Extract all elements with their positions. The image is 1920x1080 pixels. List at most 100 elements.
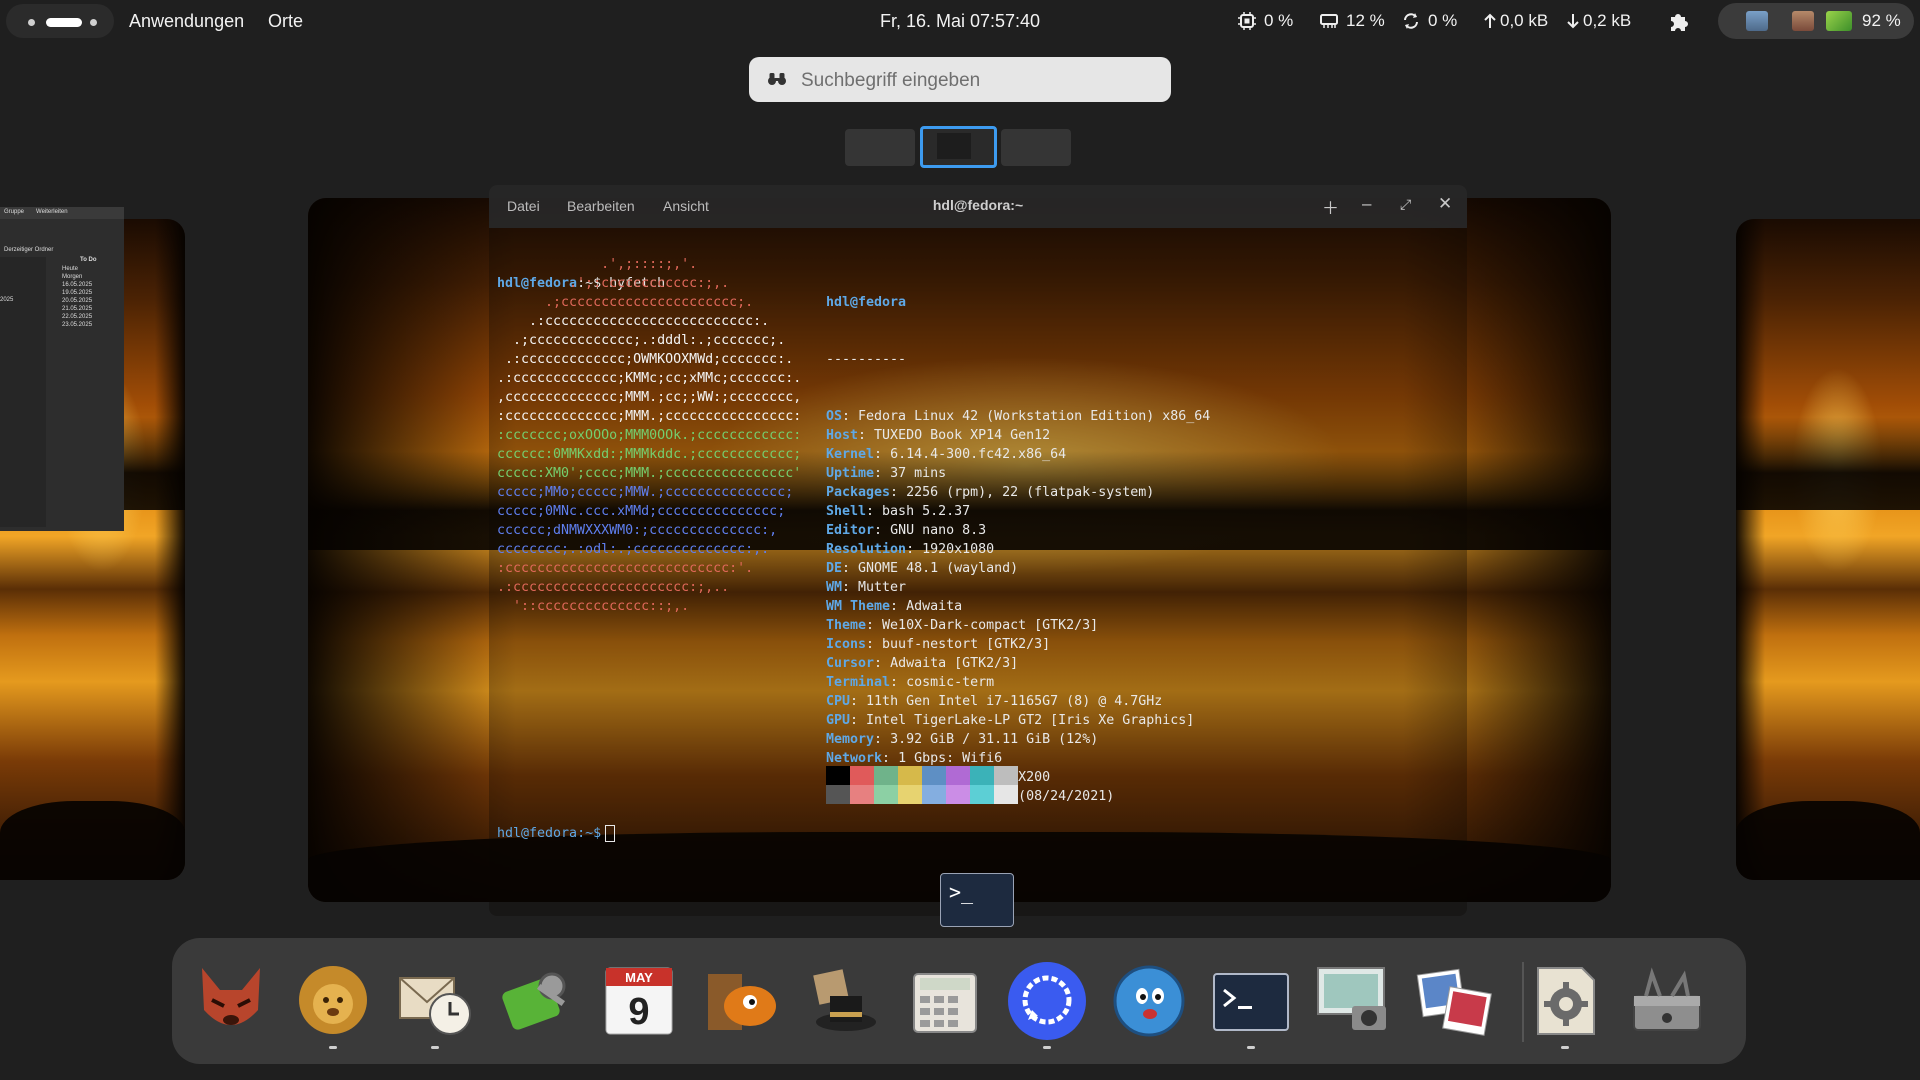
info-row: Uptime: 37 mins (826, 466, 947, 481)
info-value: We10X-Dark-compact [GTK2/3] (882, 618, 1099, 633)
cpu-icon (1238, 12, 1256, 30)
info-row: Packages: 2256 (rpm), 22 (flatpak-system… (826, 485, 1155, 500)
info-key: Host (826, 428, 859, 443)
minimize-button[interactable]: – (1362, 194, 1371, 214)
running-indicator (1043, 1046, 1051, 1049)
info-key: GPU (826, 713, 851, 728)
color-swatch (874, 766, 898, 785)
dock-app-settings[interactable] (1524, 960, 1606, 1042)
dock-app-software[interactable] (802, 960, 884, 1042)
screenshot-camera-icon (1312, 967, 1394, 1046)
dock-app-chat[interactable] (1108, 960, 1190, 1042)
info-row: Resolution: 1920x1080 (826, 542, 995, 557)
info-value: cosmic-term (906, 675, 995, 690)
workspace-thumbnail-3[interactable] (1001, 129, 1071, 166)
maximize-button[interactable]: ⤢ (1400, 196, 1411, 213)
info-value: buuf-nestort [GTK2/3] (882, 637, 1051, 652)
dock-app-screenshot[interactable] (1312, 960, 1394, 1042)
logo-line: :ccccccc;oxOOOo;MMM0OOk.;cccccccccccc: (497, 428, 802, 443)
info-value: Adwaita (906, 599, 963, 614)
logo-line: ccccc;0MNc.ccc.xMMd;ccccccccccccccc; (497, 504, 786, 519)
workspace-thumbnail-1[interactable] (845, 129, 915, 166)
logo-line: .';:cccccccccccc:;,. (497, 276, 730, 291)
info-row: Icons: buuf-nestort [GTK2/3] (826, 637, 1051, 652)
dock-app-image-viewer[interactable] (1414, 960, 1496, 1042)
color-swatch (994, 766, 1018, 785)
search-input[interactable] (799, 66, 1163, 96)
dock-app-evolution[interactable] (394, 960, 476, 1042)
binoculars-icon (768, 73, 786, 85)
terminal-content[interactable]: hdl@fedora:~$ hyfetch .',;::::;,'. .';:c… (497, 236, 1467, 916)
dock-app-firefox[interactable] (190, 960, 272, 1042)
terminal-window[interactable]: Datei Bearbeiten Ansicht hdl@fedora:~ ＋ … (489, 185, 1467, 916)
gear-paper-icon (1524, 967, 1606, 1046)
info-key: Theme (826, 618, 867, 633)
mini-row: 16.05.2025 (62, 282, 93, 288)
color-swatch (946, 785, 970, 804)
text-cursor (605, 824, 616, 842)
workspace-right[interactable] (1736, 219, 1920, 880)
dock-app-thunderbird[interactable] (292, 960, 374, 1042)
info-separator: ---------- (826, 352, 907, 367)
info-key: Kernel (826, 447, 875, 462)
mini-row: 23.05.2025 (62, 322, 93, 328)
info-key: Network (826, 751, 883, 766)
extensions-button[interactable] (1668, 10, 1690, 37)
info-key: DE (826, 561, 843, 576)
terminal-title: hdl@fedora:~ (932, 197, 1024, 213)
info-key: Uptime (826, 466, 875, 481)
color-swatch (922, 766, 946, 785)
download-indicator[interactable]: 0,2 kB (1567, 11, 1631, 31)
logo-line: .:cccccccccccccccccccccc:;,.. (497, 580, 730, 595)
info-key: WM (826, 580, 843, 595)
color-swatch (970, 785, 994, 804)
dock-app-calculator[interactable] (904, 960, 986, 1042)
dock-app-app-grid[interactable] (1626, 960, 1708, 1042)
dock-app-passwords[interactable] (496, 960, 578, 1042)
battery-tray-icon[interactable] (1826, 11, 1852, 31)
dock-app-nautilus[interactable] (700, 960, 782, 1042)
info-key: Packages (826, 485, 891, 500)
info-key: CPU (826, 694, 851, 709)
running-indicator (431, 1046, 439, 1049)
upload-indicator[interactable]: 0,0 kB (1484, 11, 1548, 31)
dock-app-calendar[interactable]: MAY 9 (598, 960, 680, 1042)
mini-sidebar: 2025 (0, 257, 46, 527)
cpu-indicator[interactable]: 0 % (1238, 11, 1293, 31)
network-tray-icon[interactable] (1746, 11, 1768, 31)
tree-silhouette-left (308, 198, 517, 902)
system-status-area[interactable]: 92 % (1718, 3, 1914, 39)
logo-line: .;ccccccccccccc;.:dddl:.;ccccccc;. (497, 333, 786, 348)
new-tab-button[interactable]: ＋ (1322, 194, 1339, 219)
terminal-header-bar[interactable]: Datei Bearbeiten Ansicht hdl@fedora:~ ＋ … (489, 185, 1467, 228)
search-bar[interactable] (749, 57, 1171, 102)
info-value: Mutter (858, 580, 907, 595)
swap-indicator[interactable]: 0 % (1402, 11, 1457, 31)
close-button[interactable]: ✕ (1438, 194, 1452, 214)
logo-line: :cccccccccccccc;MMM.;cccccccccccccccc: (497, 409, 802, 424)
current-prompt: hdl@fedora:~$ (497, 824, 616, 843)
color-swatch (922, 785, 946, 804)
volume-tray-icon[interactable] (1792, 11, 1814, 31)
info-value: Intel TigerLake-LP GT2 [Iris Xe Graphics… (866, 713, 1195, 728)
info-value: TUXEDO Book XP14 Gen12 (874, 428, 1051, 443)
memory-indicator[interactable]: 12 % (1320, 11, 1385, 31)
mail-clock-icon (394, 977, 476, 1046)
mail-window-thumbnail[interactable]: Gruppe Weiterleiten Derzeitiger Ordner 2… (0, 207, 124, 531)
date-time[interactable]: Fr, 16. Mai 07:57:40 (0, 11, 1920, 32)
window-app-icon-terminal[interactable]: >_ (940, 873, 1014, 927)
photos-icon (1414, 968, 1496, 1046)
logo-line: .;cccccccccccccccccccccc;. (497, 295, 754, 310)
arrow-up-icon (1484, 13, 1496, 28)
thumbnail-window (937, 133, 971, 159)
info-key: Memory (826, 732, 875, 747)
color-swatch (994, 785, 1018, 804)
info-value: 2256 (rpm), 22 (flatpak-system) (906, 485, 1155, 500)
dock-app-terminal[interactable] (1210, 960, 1292, 1042)
info-value: 3.92 GiB / 31.11 GiB (12%) (890, 732, 1099, 747)
prompt-path: :~$ (577, 826, 602, 841)
dock-app-signal[interactable] (1006, 960, 1088, 1042)
info-key: Cursor (826, 656, 875, 671)
workspace-thumbnail-2[interactable] (920, 126, 997, 168)
system-info: hdl@fedora ---------- OS: Fedora Linux 4… (826, 255, 1210, 806)
